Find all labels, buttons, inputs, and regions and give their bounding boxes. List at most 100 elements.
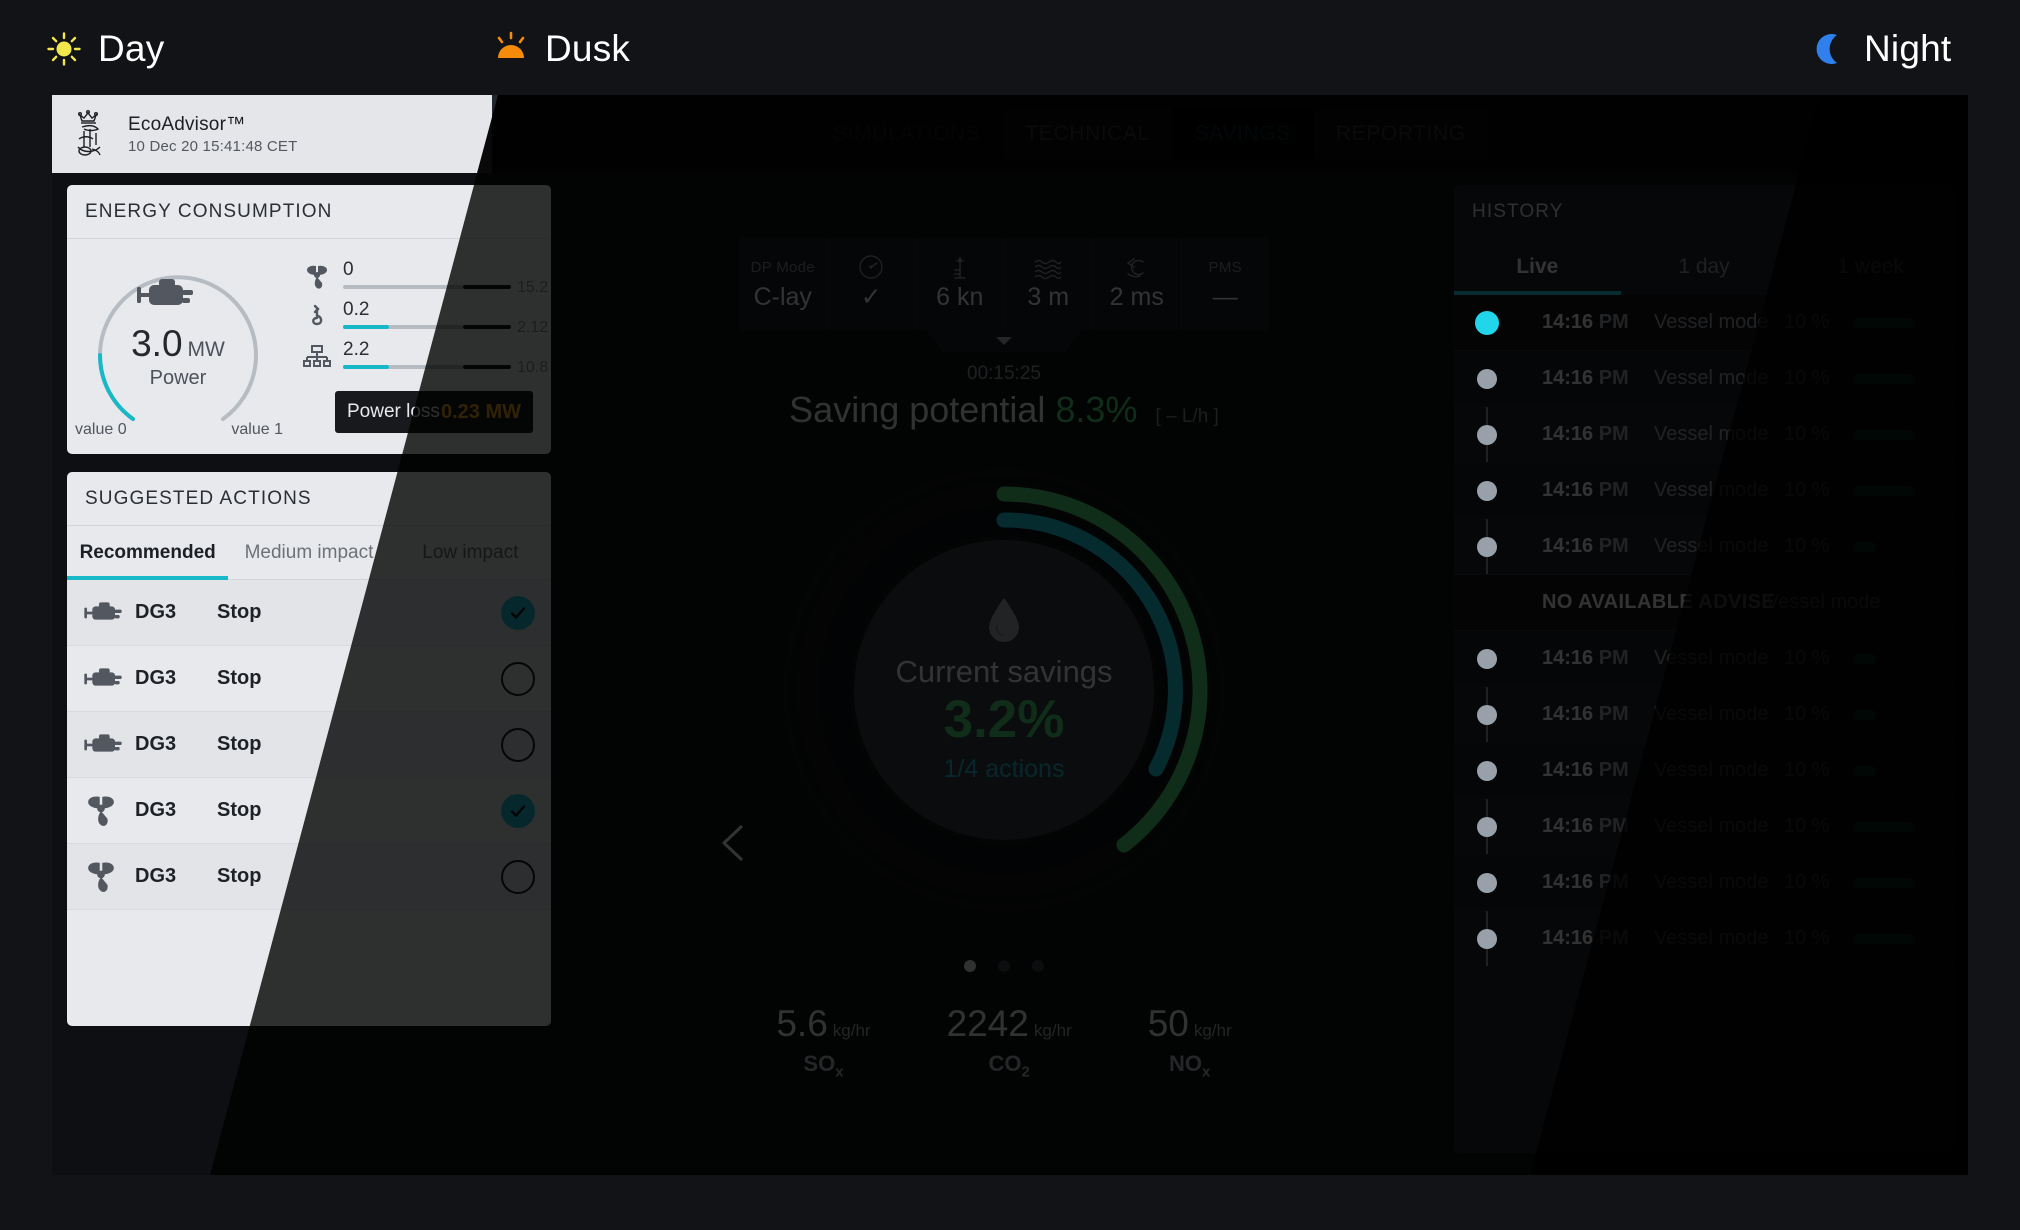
history-row[interactable]: 14:16 PM Vessel mode 10 % [1454,407,1954,463]
history-row[interactable]: 14:16 PM Vessel mode 10 % [1454,631,1954,687]
emission-sox: 5.6 kg/hr SOx [776,1003,870,1080]
carousel-dot[interactable] [1032,960,1044,972]
status-cell-wind[interactable]: 6 kn [916,238,1005,330]
status-cell-dp-mode[interactable]: DP Mode C-lay [739,238,828,330]
consumer-bar-max: 15.2 MW [517,279,551,296]
hamburger-menu-icon [1898,124,1930,144]
tab-simulations[interactable]: SIMULATIONS [811,109,1004,159]
status-cell-waves[interactable]: 3 m [1005,238,1093,330]
propeller-icon [307,265,327,289]
status-cell-value: C-lay [753,282,812,311]
history-time: 14:16 PM [1542,703,1629,725]
suggested-action-row[interactable]: DG3 Stop [67,712,551,778]
chevron-down-icon [996,337,1012,345]
consumer-bar-row: 0 15.2 MW [303,257,551,297]
suggested-action-checkbox[interactable] [501,727,535,762]
timeline-dot [1477,816,1497,837]
center-column: DP Mode C-lay ✓ 6 kn 3 m 2 ms PMS — 00:1… [562,185,1576,1165]
carousel-dot[interactable] [998,960,1010,972]
suggested-action-checkbox[interactable] [501,661,535,696]
history-mode: Vessel mode [1654,367,1769,389]
timeline-dot [1477,760,1497,781]
suggested-actions-title: SUGGESTED ACTIONS [67,472,551,526]
tab-reporting[interactable]: REPORTING [1313,109,1488,159]
status-cell-pms[interactable]: PMS — [1182,238,1270,330]
header-actions [1817,95,1946,173]
history-row[interactable]: 14:16 PM Vessel mode 10 % [1454,463,1954,519]
timeline-dot [1477,648,1497,669]
history-percent: 10 % [1784,367,1830,389]
consumer-bar-track-dark [463,325,511,329]
status-bar-expand[interactable] [925,330,1083,352]
power-gauge-value: 3.0 MW [87,323,269,365]
tab-medium-impact[interactable]: Medium impact [228,526,389,579]
current-savings-value: 3.2% [943,690,1065,750]
switchboard-icon [303,345,331,367]
timeline-dot-live [1475,310,1499,335]
tab-1-week[interactable]: 1 week [1787,239,1954,295]
crown-monogram-logo [77,110,101,156]
history-time: 14:16 PM [1542,647,1629,669]
current-savings-label: Current savings [895,654,1113,690]
consumer-bar-track [343,325,463,329]
history-row[interactable]: 14:16 PM Vessel mode 10 % [1454,855,1954,911]
history-row[interactable]: 14:16 PM Vessel mode 10 % [1454,295,1954,351]
history-percent: 10 % [1784,815,1830,837]
history-row[interactable]: 14:16 PM Vessel mode 10 % [1454,351,1954,407]
tab-technical[interactable]: TECHNICAL [1003,109,1173,159]
tab-recommended[interactable]: Recommended [67,526,229,580]
hook-icon [312,304,323,326]
tab-1-day[interactable]: 1 day [1621,239,1788,295]
history-row[interactable]: 14:16 PM Vessel mode 10 % [1454,519,1954,575]
power-gauge-number: 3.0 [131,323,183,364]
suggested-action-row[interactable]: DG3 Stop [67,646,551,712]
consumer-bars: 0 15.2 MW [303,257,551,377]
history-percent: 10 % [1784,647,1830,669]
history-row-no-advise[interactable]: NO AVAILABLE ADVISE Vessel mode [1454,575,1954,631]
history-percent: 10 % [1784,311,1830,333]
savings-donut-center: Current savings 3.2% 1/4 actions [854,540,1154,840]
screen: Day Dusk Night EcoAdvisor™ 10 Dec 20 15:… [0,0,2020,1230]
history-bar [1854,933,1914,944]
history-bar [1854,821,1914,832]
theme-option-day[interactable]: Day [46,28,164,70]
suggested-action-row[interactable]: DG3 Stop [67,844,551,910]
power-gauge-min-label: value 0 [75,421,127,438]
app-header: EcoAdvisor™ 10 Dec 20 15:41:48 CET SIMUL… [52,95,1968,173]
moon-icon [1816,34,1837,64]
theme-option-dusk[interactable]: Dusk [493,28,630,70]
suggested-action-checkbox[interactable] [501,793,535,828]
theme-option-night[interactable]: Night [1812,28,1951,70]
suggested-action-checkbox[interactable] [501,859,535,894]
carousel-pager [562,960,1446,972]
tab-live[interactable]: Live [1454,239,1621,295]
history-mode: Vessel mode [1654,927,1769,949]
suggested-action-row[interactable]: DG3 Stop [67,580,551,646]
suggested-action-checkbox[interactable] [501,595,535,630]
history-row[interactable]: 14:16 PM Vessel mode 10 % [1454,687,1954,743]
history-row[interactable]: 14:16 PM Vessel mode 10 % [1454,743,1954,799]
history-row[interactable]: 14:16 PM Vessel mode 10 % [1454,911,1954,967]
suggested-actions-tabs: Recommended Medium impact Low impact [67,526,551,580]
history-row[interactable]: 14:16 PM Vessel mode 10 % [1454,799,1954,855]
prev-arrow-button[interactable] [712,820,758,866]
energy-consumption-body: 3.0 MW Power value 0 value 1 0 15.2 0.2 … [67,239,551,454]
menu-button[interactable] [1882,95,1946,173]
history-percent: 10 % [1784,479,1830,501]
emission-unit: kg/hr [1033,1021,1072,1040]
propeller-icon [83,793,135,829]
suggested-action-name: DG3 [135,667,177,689]
history-mode: Vessel mode [1654,703,1769,725]
emission-value: 2242 kg/hr [947,1003,1072,1045]
tab-savings[interactable]: SAVINGS [1172,109,1314,159]
saving-potential-clock: 00:15:25 [967,363,1041,384]
history-mode: Vessel mode [1654,479,1769,501]
tab-low-impact[interactable]: Low impact [390,526,551,579]
status-cell-current[interactable]: 2 ms [1093,238,1182,330]
contrast-button[interactable] [1817,95,1881,173]
current-icon [1123,257,1151,279]
status-cell-speedometer[interactable]: ✓ [828,238,916,330]
carousel-dot[interactable] [964,960,976,972]
suggested-action-row[interactable]: DG3 Stop [67,778,551,844]
waves-icon [1033,257,1063,279]
